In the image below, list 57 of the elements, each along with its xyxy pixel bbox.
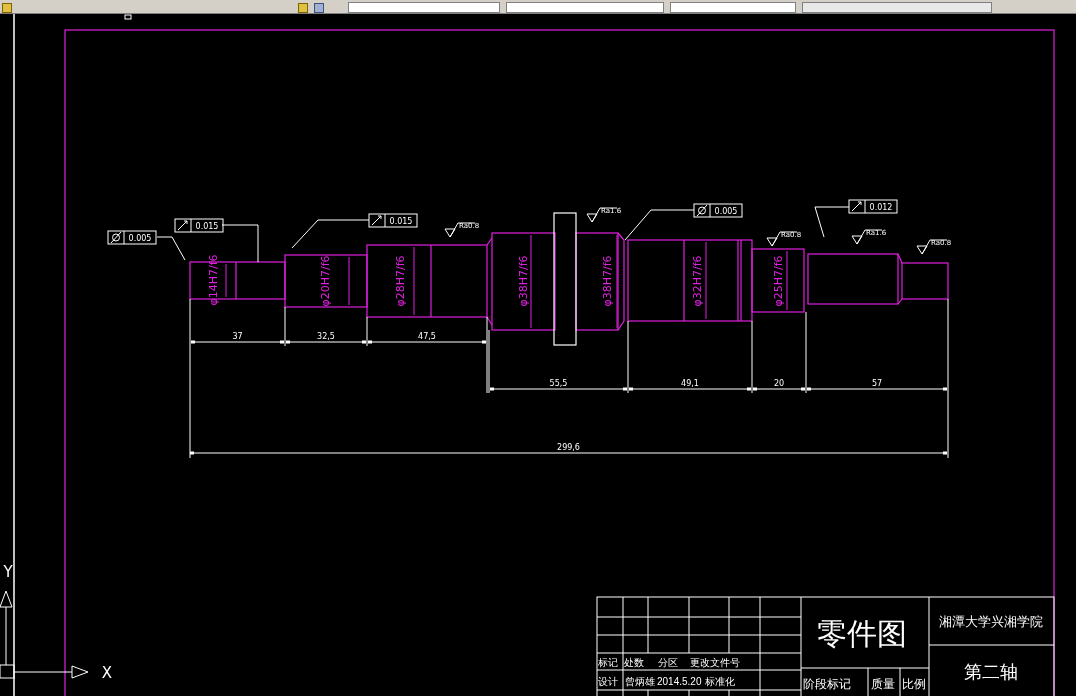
dropdown[interactable] [802,2,992,13]
dimension-text: 299,6 [557,443,580,452]
school-name: 湘潭大学兴湘学院 [939,614,1043,629]
extension-line [366,316,368,347]
extension-line [284,306,286,347]
grip-marker [124,14,132,20]
leader-line [624,209,695,241]
dimension-text: 55,5 [549,379,568,388]
dropdown[interactable] [670,2,796,13]
dimension-line [348,256,350,306]
table-header: 处数 [624,657,644,668]
dimension-text: 37 [232,332,243,341]
table-header: 分区 [658,657,678,668]
tolerance-frame [174,218,224,233]
diameter-label: φ25H7/f6 [771,255,785,307]
table-cell: 曾炳雄 [625,676,655,687]
tolerance-value: 0.012 [869,202,893,212]
diameter-label: φ20H7/f6 [318,255,332,307]
tolerance-value: 0.015 [389,216,413,226]
drawing-type-title: 零件图 [817,616,907,651]
toolbar-icon[interactable] [2,3,12,13]
dimension-line [413,246,415,316]
diameter-label: φ28H7/f6 [393,255,407,307]
diameter-label: φ14H7/f6 [206,254,220,306]
diameter-label: φ32H7/f6 [690,255,704,307]
dimension-text: 57 [871,379,883,388]
tolerance-frame [368,213,418,228]
table-header: 比例 [902,677,926,691]
leader-line [814,206,850,238]
tolerance-frame [848,199,898,214]
part-name: 第二轴 [964,661,1018,682]
dimension-line [786,250,788,311]
tolerance-value: 0.015 [195,221,219,231]
dropdown[interactable] [506,2,664,13]
dimension-text: 49,1 [681,379,699,388]
axis-label: Y [3,563,13,581]
table-header: 质量 [871,677,895,691]
table-header: 更改文件号 [690,657,740,668]
dropdown[interactable] [348,2,500,13]
table-cell: 标准化 [705,676,735,687]
table-header: 标记 [598,657,618,668]
axis-label: X [101,664,113,682]
dimension-line [225,263,227,298]
table-cell: 设计 [598,676,618,687]
dimension-text: 20 [773,379,785,388]
table-cell: 2014.5.20 [657,676,702,687]
tolerance-value: 0.005 [128,233,152,243]
tolerance-frame [107,230,157,245]
dimension-text: 47,5 [418,332,436,341]
tolerance-value: 0.005 [714,206,738,216]
dimension-text: 32,5 [317,332,335,341]
leader-line [156,236,186,261]
table-header: 阶段标记 [803,677,851,691]
tolerance-frame [693,203,743,218]
diameter-label: φ38H7/f6 [516,255,530,307]
diameter-label: φ38H7/f6 [600,255,614,307]
leader-line [221,224,259,263]
